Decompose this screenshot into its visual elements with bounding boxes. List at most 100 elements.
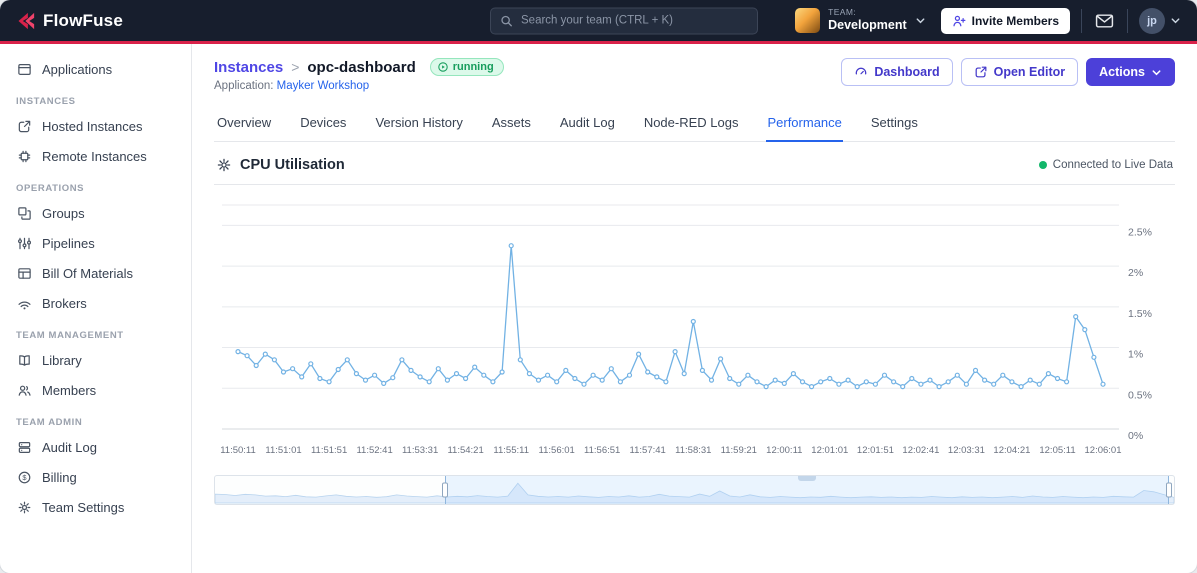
open-editor-button[interactable]: Open Editor [960, 58, 1079, 86]
sidebar-item-applications[interactable]: Applications [0, 54, 191, 84]
groups-icon [16, 205, 32, 221]
sidebar-item-groups[interactable]: Groups [0, 198, 191, 228]
user-avatar: jp [1139, 7, 1165, 34]
sidebar-item-label: Pipelines [42, 235, 95, 251]
page-header: Instances > opc-dashboard running Applic… [214, 58, 1175, 92]
sidebar-item-members[interactable]: Members [0, 375, 191, 405]
actions-button-label: Actions [1099, 65, 1145, 79]
chart-zoom-brush[interactable] [214, 475, 1175, 505]
header-actions: Dashboard Open Editor Actions [841, 58, 1175, 86]
sidebar-item-library[interactable]: Library [0, 345, 191, 375]
dollar-circle-icon: $ [16, 469, 32, 485]
tab-overview[interactable]: Overview [216, 106, 272, 141]
instance-tabs: Overview Devices Version History Assets … [214, 106, 1175, 142]
svg-text:11:55:11: 11:55:11 [493, 445, 529, 456]
sidebar-item-billing[interactable]: $ Billing [0, 462, 191, 492]
application-link[interactable]: Mayker Workshop [277, 80, 369, 92]
team-search[interactable] [490, 7, 758, 34]
gauge-icon [856, 67, 867, 75]
sidebar-item-label: Hosted Instances [42, 118, 143, 134]
breadcrumb-instances-link[interactable]: Instances [214, 59, 283, 76]
gear-icon [16, 499, 32, 515]
topbar-divider [1081, 8, 1082, 33]
zoom-window[interactable] [445, 476, 1170, 504]
dashboard-button-label: Dashboard [874, 65, 940, 79]
chart-title-row: CPU Utilisation [216, 157, 345, 173]
invite-members-button[interactable]: Invite Members [940, 7, 1070, 34]
application-line: Application: Mayker Workshop [214, 80, 504, 92]
sidebar-item-bill-of-materials[interactable]: Bill Of Materials [0, 258, 191, 288]
hosted-instances-icon [16, 118, 32, 134]
svg-text:11:51:01: 11:51:01 [265, 445, 301, 456]
svg-text:1.5%: 1.5% [1128, 308, 1152, 320]
cpu-gear-icon [217, 158, 231, 172]
svg-text:2%: 2% [1128, 267, 1143, 279]
live-status-dot [1038, 161, 1047, 169]
topbar-right: TEAM: Development Invite Members jp [791, 5, 1181, 36]
instance-name: opc-dashboard [307, 58, 416, 76]
svg-text:11:56:51: 11:56:51 [584, 445, 620, 456]
svg-text:11:57:41: 11:57:41 [630, 445, 666, 456]
invite-members-label: Invite Members [971, 13, 1059, 28]
app-body: Applications INSTANCES Hosted Instances … [0, 44, 1197, 573]
zoom-move-handle[interactable] [798, 476, 817, 481]
sidebar-item-label: Library [42, 352, 82, 368]
open-editor-button-label: Open Editor [993, 65, 1066, 79]
pipelines-icon [16, 235, 32, 251]
svg-text:11:52:41: 11:52:41 [356, 445, 392, 456]
sidebar-item-brokers[interactable]: Brokers [0, 288, 191, 318]
chip-icon [16, 148, 32, 164]
chart-title: CPU Utilisation [240, 157, 345, 173]
zoom-handle-left[interactable] [442, 482, 449, 498]
sidebar-item-label: Applications [42, 61, 113, 77]
team-name: Development [828, 18, 907, 33]
live-status-label: Connected to Live Data [1052, 159, 1173, 171]
chevron-down-icon [1152, 69, 1161, 75]
svg-text:12:06:01: 12:06:01 [1085, 445, 1122, 456]
actions-button[interactable]: Actions [1086, 58, 1175, 86]
sidebar-item-audit-log[interactable]: Audit Log [0, 432, 191, 462]
book-icon [16, 352, 32, 368]
search-icon [500, 14, 513, 27]
sidebar-item-label: Billing [42, 469, 77, 485]
svg-text:0.5%: 0.5% [1128, 389, 1152, 401]
tab-assets[interactable]: Assets [491, 106, 532, 141]
svg-text:11:56:01: 11:56:01 [539, 445, 575, 456]
sidebar-item-team-settings[interactable]: Team Settings [0, 492, 191, 522]
sidebar-section-team-management: TEAM MANAGEMENT [16, 330, 124, 341]
sidebar-section-instances: INSTANCES [16, 96, 76, 107]
sidebar-item-remote-instances[interactable]: Remote Instances [0, 141, 191, 171]
user-menu[interactable]: jp [1139, 7, 1181, 34]
svg-text:0%: 0% [1128, 430, 1143, 442]
zoom-handle-right[interactable] [1166, 482, 1173, 498]
svg-text:11:58:31: 11:58:31 [675, 445, 711, 456]
tab-audit-log[interactable]: Audit Log [559, 106, 616, 141]
flowfuse-logo[interactable]: FlowFuse [16, 11, 123, 31]
people-icon [16, 382, 32, 398]
team-text: TEAM: Development [828, 8, 907, 33]
sidebar-item-label: Groups [42, 205, 85, 221]
sidebar-item-pipelines[interactable]: Pipelines [0, 228, 191, 258]
flowfuse-logo-icon [18, 12, 35, 29]
breadcrumb: Instances > opc-dashboard running [214, 58, 504, 76]
svg-text:12:00:11: 12:00:11 [766, 445, 802, 456]
sidebar-item-label: Audit Log [42, 439, 97, 455]
tab-settings[interactable]: Settings [870, 106, 919, 141]
tab-node-red-logs[interactable]: Node-RED Logs [643, 106, 740, 141]
tab-performance[interactable]: Performance [766, 106, 843, 142]
svg-text:12:03:31: 12:03:31 [948, 445, 985, 456]
sidebar: Applications INSTANCES Hosted Instances … [0, 44, 192, 573]
search-input[interactable] [519, 13, 748, 28]
app-window: FlowFuse TEAM: Development [0, 0, 1197, 573]
mail-icon[interactable] [1093, 11, 1116, 31]
sidebar-item-hosted-instances[interactable]: Hosted Instances [0, 111, 191, 141]
sidebar-item-label: Bill Of Materials [42, 265, 134, 281]
svg-text:11:59:21: 11:59:21 [721, 445, 757, 456]
status-badge: running [429, 58, 504, 76]
chevron-down-icon [915, 15, 926, 26]
tab-version-history[interactable]: Version History [374, 106, 463, 141]
dashboard-button[interactable]: Dashboard [841, 58, 953, 86]
svg-text:1%: 1% [1128, 349, 1143, 361]
team-selector[interactable]: TEAM: Development [791, 5, 930, 36]
tab-devices[interactable]: Devices [299, 106, 347, 141]
